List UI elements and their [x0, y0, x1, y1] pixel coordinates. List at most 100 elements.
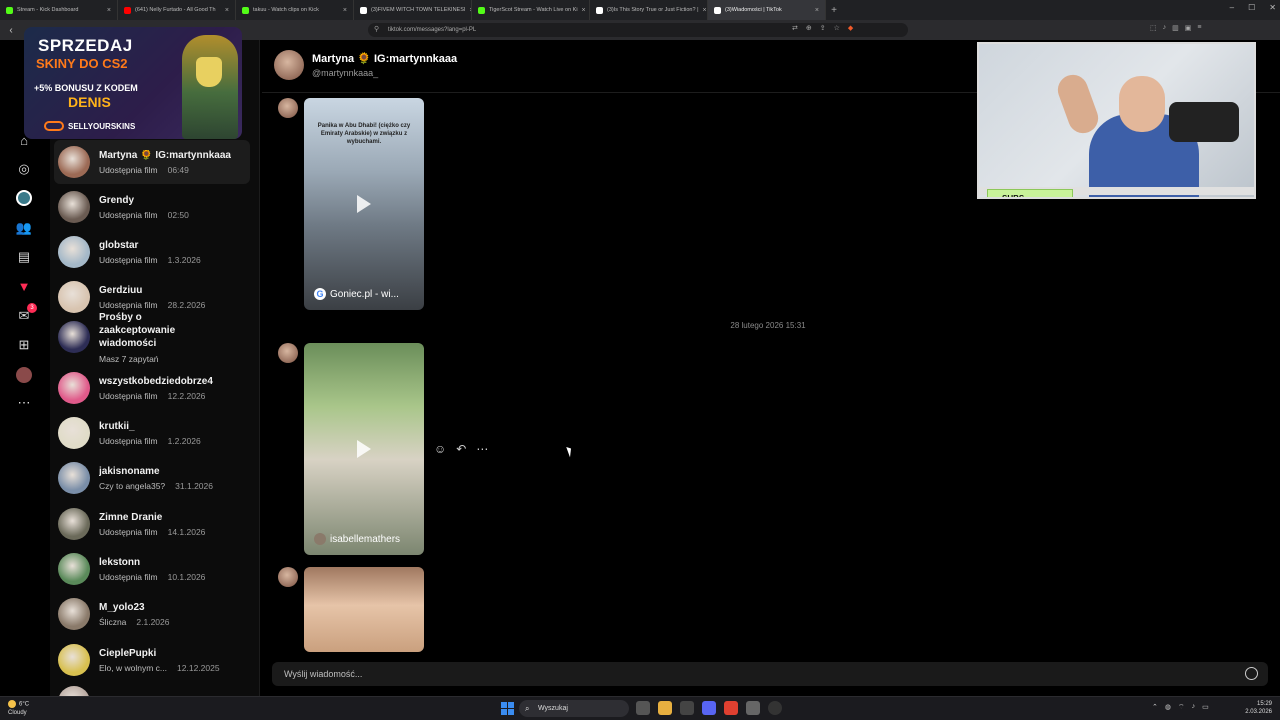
tab-close-icon[interactable]: ×: [225, 7, 229, 14]
wallet-icon[interactable]: ▣: [1185, 24, 1192, 32]
ad-brand: SELLYOURSKINS: [44, 121, 135, 131]
maximize-icon[interactable]: ☐: [1248, 3, 1255, 12]
conversation-item[interactable]: wszystkobedziedobrze4 Udostępnia film 12.2…: [54, 366, 250, 410]
video-caption: G Goniec.pl - wi...: [314, 288, 399, 300]
brave-icon[interactable]: [724, 701, 738, 715]
browser-tab[interactable]: (641) Nelly Furtado - All Good Th ×: [118, 0, 236, 20]
messages-icon[interactable]: ✉ 3: [14, 303, 37, 326]
conversation-item[interactable]: Prośby o zaakceptowanie wiadomości Masz 7…: [54, 312, 250, 364]
browser-tab[interactable]: (3)Is This Story True or Just Fiction? |…: [590, 0, 708, 20]
react-emoji-icon[interactable]: ☺: [434, 442, 446, 456]
chat-avatar[interactable]: [274, 50, 304, 80]
obs-icon[interactable]: [746, 701, 760, 715]
tab-close-icon[interactable]: ×: [815, 7, 819, 14]
upload-icon[interactable]: ⊞: [14, 335, 34, 355]
file-explorer-icon[interactable]: [658, 701, 672, 715]
sidebar-icon[interactable]: ▥: [1172, 24, 1179, 32]
conversation-item[interactable]: lekstonn Udostępnia film 10.1.2026: [54, 547, 250, 591]
activity-icon[interactable]: ▼: [14, 276, 34, 296]
browser-tab[interactable]: (3)FIVEM WITCH TOWN TELEKINESI×: [354, 0, 472, 20]
conversation-item[interactable]: globstar Udostępnia film 1.3.2026: [54, 230, 250, 274]
clock-time: 15:29: [1256, 701, 1272, 707]
discord-icon[interactable]: [702, 701, 716, 715]
media-player-icon[interactable]: [768, 701, 782, 715]
extension-icon[interactable]: ⬚: [1150, 24, 1157, 32]
conversation-time: 02:50: [167, 209, 189, 220]
conversation-text: Martyna 🌻 IG:martynnkaaa Udostępnia film 0…: [99, 150, 231, 175]
menu-icon[interactable]: ≡: [1197, 24, 1201, 32]
minimize-icon[interactable]: –: [1230, 3, 1234, 12]
friends-icon[interactable]: 👥: [14, 218, 34, 238]
system-tray: ⌃ ◍ ⌔ ♪ ▭: [1152, 703, 1209, 712]
shared-video[interactable]: Panika w Abu Dhabi! (ciężko czy Emiraty …: [304, 98, 424, 310]
more-icon[interactable]: ⋯: [14, 393, 34, 413]
tab-title: (3)Is This Story True or Just Fiction? |: [607, 7, 699, 13]
shared-video[interactable]: isabellemathers: [304, 343, 424, 555]
xbox-icon[interactable]: [680, 701, 694, 715]
weather-temp: 6°C: [19, 701, 30, 708]
task-view-icon[interactable]: [636, 701, 650, 715]
conversation-item[interactable]: krutkii_ Udostępnia film 1.2.2026: [54, 411, 250, 455]
explore-icon[interactable]: ◎: [14, 159, 34, 179]
tab-close-icon[interactable]: ×: [343, 7, 347, 14]
share-icon[interactable]: ⇪: [820, 24, 826, 32]
battery-icon[interactable]: ▭: [1202, 703, 1209, 712]
volume-icon[interactable]: ♪: [1192, 703, 1196, 712]
conversation-name: Prośby o zaakceptowanie wiadomości: [99, 311, 176, 349]
conversation-text: krutkii_ Udostępnia film 1.2.2026: [99, 421, 201, 446]
tab-close-icon[interactable]: ×: [107, 7, 111, 14]
profile-icon[interactable]: [14, 365, 34, 385]
start-button[interactable]: [501, 702, 514, 715]
message-avatar[interactable]: [278, 98, 298, 118]
conversation-preview: Udostępnia film 02:50: [99, 209, 189, 220]
chevron-up-icon[interactable]: ⌃: [1152, 703, 1158, 712]
ad-brand-name: SELLYOURSKINS: [68, 121, 136, 131]
tab-close-icon[interactable]: ×: [703, 7, 707, 14]
music-icon[interactable]: ♪: [1163, 24, 1167, 32]
conversation-item[interactable]: Martyna 🌻 IG:martynnkaaa Udostępnia film 0…: [54, 140, 250, 184]
conversation-item[interactable]: jakisnoname Czy to angela35? 31.1.2026: [54, 456, 250, 500]
creator-avatar: [314, 533, 326, 545]
video-caption: isabellemathers: [314, 533, 400, 545]
shared-video[interactable]: [304, 567, 424, 652]
browser-tab[interactable]: TigerScot Stream - Watch Live on Ki ×: [472, 0, 590, 20]
conversation-item[interactable]: CieplePupki Elo, w wolnym c... 12.12.2025: [54, 638, 250, 682]
bookmark-icon[interactable]: ☆: [834, 24, 840, 32]
zoom-icon[interactable]: ⊕: [806, 24, 812, 32]
message-avatar[interactable]: [278, 567, 298, 587]
browser-tab[interactable]: (3)Wiadomości | TikTok ×: [708, 0, 826, 20]
conversation-text: Zimne Dranie Udostępnia film 14.1.2026: [99, 512, 205, 537]
conversation-name: jakisnoname: [99, 465, 160, 477]
browser-tab[interactable]: Stream - Kick Dashboard ×: [0, 0, 118, 20]
back-icon[interactable]: ‹: [0, 25, 22, 36]
conversation-text: jakisnoname Czy to angela35? 31.1.2026: [99, 466, 213, 491]
message-avatar[interactable]: [278, 343, 298, 363]
more-options-icon[interactable]: ⋯: [476, 442, 488, 456]
new-tab-button[interactable]: +: [826, 5, 842, 16]
webcam-overlay: SUBS: [977, 42, 1256, 199]
following-icon[interactable]: [14, 188, 34, 208]
emoji-icon[interactable]: [1245, 667, 1258, 680]
tab-close-icon[interactable]: ×: [582, 7, 586, 14]
tray-app-icon[interactable]: ◍: [1165, 703, 1171, 712]
conversation-item[interactable]: M_yolo23 Śliczna 2.1.2026: [54, 592, 250, 636]
translate-icon[interactable]: ⇄: [792, 24, 798, 32]
conversation-item[interactable]: Lunar: [54, 680, 250, 696]
tab-favicon-icon: [478, 6, 485, 14]
network-icon[interactable]: ⌔: [1178, 703, 1185, 712]
browser-tab[interactable]: takuu - Watch clips on Kick ×: [236, 0, 354, 20]
taskbar-search[interactable]: ⌕ Wyszukaj: [519, 700, 629, 717]
live-icon[interactable]: ▤: [14, 247, 34, 267]
conversation-avatar: [58, 644, 90, 676]
sponsor-ad-overlay: SPRZEDAJ SKINY DO CS2 +5% BONUSU Z KODEM…: [24, 27, 242, 139]
shield-icon[interactable]: ◆: [848, 24, 853, 32]
conversation-item[interactable]: Zimne Dranie Udostępnia film 14.1.2026: [54, 502, 250, 546]
conversation-item[interactable]: Grendy Udostępnia film 02:50: [54, 185, 250, 229]
close-window-icon[interactable]: ✕: [1269, 3, 1276, 12]
chat-name[interactable]: Martyna 🌻 IG:martynnkaaa: [312, 52, 457, 65]
message-composer[interactable]: Wyślij wiadomość...: [272, 662, 1268, 686]
reply-icon[interactable]: ↶: [456, 442, 466, 456]
weather-widget[interactable]: 6°C Cloudy: [8, 700, 29, 717]
conversation-text: wszystkobedziedobrze4 Udostępnia film 12.2…: [99, 376, 213, 401]
taskbar-clock[interactable]: 15:29 2.03.2026: [1245, 700, 1272, 716]
